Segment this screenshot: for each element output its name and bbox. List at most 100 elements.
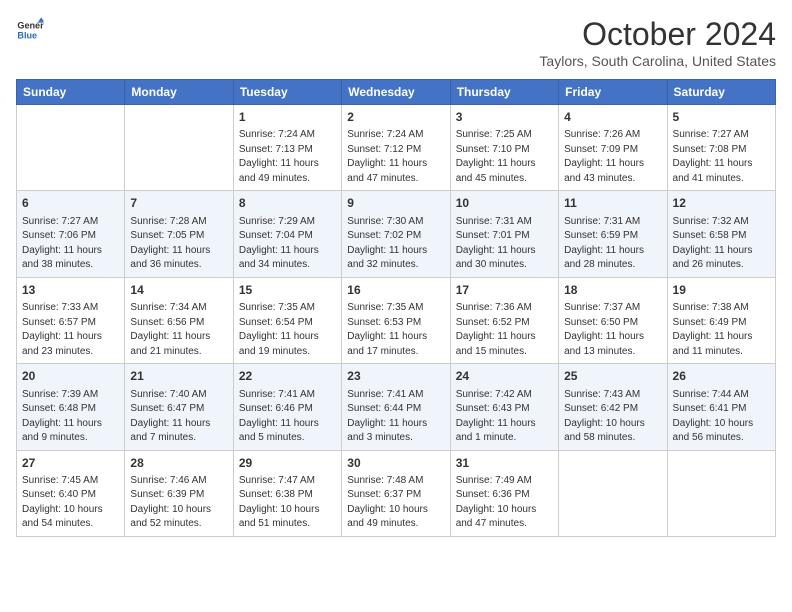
logo: General Blue [16, 16, 44, 44]
day-info: Sunrise: 7:39 AM Sunset: 6:48 PM Dayligh… [22, 388, 119, 446]
day-info: Sunrise: 7:24 AM Sunset: 7:12 PM Dayligh… [347, 128, 444, 186]
day-info: Sunrise: 7:48 AM Sunset: 6:37 PM Dayligh… [347, 474, 444, 532]
col-header-friday: Friday [559, 80, 667, 105]
day-info: Sunrise: 7:31 AM Sunset: 7:01 PM Dayligh… [456, 215, 553, 273]
day-info: Sunrise: 7:47 AM Sunset: 6:38 PM Dayligh… [239, 474, 336, 532]
day-info: Sunrise: 7:27 AM Sunset: 7:06 PM Dayligh… [22, 215, 119, 273]
calendar-cell: 17 Sunrise: 7:36 AM Sunset: 6:52 PM Dayli… [450, 277, 558, 363]
calendar-cell: 8 Sunrise: 7:29 AM Sunset: 7:04 PM Daylig… [233, 191, 341, 277]
calendar-cell: 21 Sunrise: 7:40 AM Sunset: 6:47 PM Dayli… [125, 364, 233, 450]
day-number: 7 [130, 195, 227, 212]
location-title: Taylors, South Carolina, United States [539, 53, 776, 69]
calendar-cell: 7 Sunrise: 7:28 AM Sunset: 7:05 PM Daylig… [125, 191, 233, 277]
calendar-cell: 30 Sunrise: 7:48 AM Sunset: 6:37 PM Dayli… [342, 450, 450, 536]
day-number: 5 [673, 109, 770, 126]
day-info: Sunrise: 7:43 AM Sunset: 6:42 PM Dayligh… [564, 388, 661, 446]
day-info: Sunrise: 7:44 AM Sunset: 6:41 PM Dayligh… [673, 388, 770, 446]
day-number: 6 [22, 195, 119, 212]
day-info: Sunrise: 7:38 AM Sunset: 6:49 PM Dayligh… [673, 301, 770, 359]
day-number: 8 [239, 195, 336, 212]
calendar-week-row: 1Sunrise: 7:24 AM Sunset: 7:13 PM Daylig… [17, 105, 776, 191]
calendar-cell: 13Sunrise: 7:33 AM Sunset: 6:57 PM Dayli… [17, 277, 125, 363]
calendar-cell: 26Sunrise: 7:44 AM Sunset: 6:41 PM Dayli… [667, 364, 775, 450]
calendar-cell: 9 Sunrise: 7:30 AM Sunset: 7:02 PM Daylig… [342, 191, 450, 277]
day-number: 28 [130, 455, 227, 472]
calendar-cell: 15 Sunrise: 7:35 AM Sunset: 6:54 PM Dayli… [233, 277, 341, 363]
calendar-cell: 1Sunrise: 7:24 AM Sunset: 7:13 PM Daylig… [233, 105, 341, 191]
day-number: 12 [673, 195, 770, 212]
svg-text:Blue: Blue [17, 30, 37, 40]
day-number: 20 [22, 368, 119, 385]
col-header-tuesday: Tuesday [233, 80, 341, 105]
day-info: Sunrise: 7:42 AM Sunset: 6:43 PM Dayligh… [456, 388, 553, 446]
calendar-cell: 4 Sunrise: 7:26 AM Sunset: 7:09 PM Daylig… [559, 105, 667, 191]
day-number: 15 [239, 282, 336, 299]
calendar-cell: 6 Sunrise: 7:27 AM Sunset: 7:06 PM Daylig… [17, 191, 125, 277]
day-info: Sunrise: 7:35 AM Sunset: 6:53 PM Dayligh… [347, 301, 444, 359]
day-number: 27 [22, 455, 119, 472]
calendar-cell: 20 Sunrise: 7:39 AM Sunset: 6:48 PM Dayli… [17, 364, 125, 450]
col-header-monday: Monday [125, 80, 233, 105]
calendar-cell: 11Sunrise: 7:31 AM Sunset: 6:59 PM Dayli… [559, 191, 667, 277]
col-header-sunday: Sunday [17, 80, 125, 105]
calendar-cell: 31 Sunrise: 7:49 AM Sunset: 6:36 PM Dayli… [450, 450, 558, 536]
day-number: 14 [130, 282, 227, 299]
day-number: 10 [456, 195, 553, 212]
calendar-cell: 5Sunrise: 7:27 AM Sunset: 7:08 PM Daylig… [667, 105, 775, 191]
calendar-cell: 29 Sunrise: 7:47 AM Sunset: 6:38 PM Dayli… [233, 450, 341, 536]
day-info: Sunrise: 7:37 AM Sunset: 6:50 PM Dayligh… [564, 301, 661, 359]
calendar-cell: 24 Sunrise: 7:42 AM Sunset: 6:43 PM Dayli… [450, 364, 558, 450]
calendar-cell: 14 Sunrise: 7:34 AM Sunset: 6:56 PM Dayli… [125, 277, 233, 363]
calendar-cell: 22Sunrise: 7:41 AM Sunset: 6:46 PM Dayli… [233, 364, 341, 450]
logo-icon: General Blue [16, 16, 44, 44]
day-info: Sunrise: 7:24 AM Sunset: 7:13 PM Dayligh… [239, 128, 336, 186]
day-info: Sunrise: 7:29 AM Sunset: 7:04 PM Dayligh… [239, 215, 336, 273]
title-block: October 2024 Taylors, South Carolina, Un… [539, 16, 776, 69]
day-number: 24 [456, 368, 553, 385]
calendar-cell: 2Sunrise: 7:24 AM Sunset: 7:12 PM Daylig… [342, 105, 450, 191]
day-info: Sunrise: 7:30 AM Sunset: 7:02 PM Dayligh… [347, 215, 444, 273]
day-info: Sunrise: 7:41 AM Sunset: 6:44 PM Dayligh… [347, 388, 444, 446]
day-number: 22 [239, 368, 336, 385]
day-number: 16 [347, 282, 444, 299]
day-number: 13 [22, 282, 119, 299]
calendar-table: SundayMondayTuesdayWednesdayThursdayFrid… [16, 79, 776, 537]
day-number: 21 [130, 368, 227, 385]
day-info: Sunrise: 7:26 AM Sunset: 7:09 PM Dayligh… [564, 128, 661, 186]
day-info: Sunrise: 7:31 AM Sunset: 6:59 PM Dayligh… [564, 215, 661, 273]
calendar-cell [17, 105, 125, 191]
calendar-cell: 10 Sunrise: 7:31 AM Sunset: 7:01 PM Dayli… [450, 191, 558, 277]
day-number: 4 [564, 109, 661, 126]
calendar-cell: 25Sunrise: 7:43 AM Sunset: 6:42 PM Dayli… [559, 364, 667, 450]
day-number: 30 [347, 455, 444, 472]
calendar-cell: 16 Sunrise: 7:35 AM Sunset: 6:53 PM Dayli… [342, 277, 450, 363]
day-info: Sunrise: 7:25 AM Sunset: 7:10 PM Dayligh… [456, 128, 553, 186]
day-number: 3 [456, 109, 553, 126]
col-header-thursday: Thursday [450, 80, 558, 105]
day-info: Sunrise: 7:35 AM Sunset: 6:54 PM Dayligh… [239, 301, 336, 359]
day-info: Sunrise: 7:28 AM Sunset: 7:05 PM Dayligh… [130, 215, 227, 273]
day-info: Sunrise: 7:34 AM Sunset: 6:56 PM Dayligh… [130, 301, 227, 359]
day-number: 9 [347, 195, 444, 212]
calendar-cell: 28 Sunrise: 7:46 AM Sunset: 6:39 PM Dayli… [125, 450, 233, 536]
calendar-cell: 23 Sunrise: 7:41 AM Sunset: 6:44 PM Dayli… [342, 364, 450, 450]
day-info: Sunrise: 7:49 AM Sunset: 6:36 PM Dayligh… [456, 474, 553, 532]
day-info: Sunrise: 7:40 AM Sunset: 6:47 PM Dayligh… [130, 388, 227, 446]
page-header: General Blue October 2024 Taylors, South… [16, 16, 776, 69]
calendar-cell: 12 Sunrise: 7:32 AM Sunset: 6:58 PM Dayli… [667, 191, 775, 277]
day-number: 29 [239, 455, 336, 472]
calendar-cell [125, 105, 233, 191]
day-number: 31 [456, 455, 553, 472]
day-number: 19 [673, 282, 770, 299]
calendar-week-row: 20 Sunrise: 7:39 AM Sunset: 6:48 PM Dayli… [17, 364, 776, 450]
calendar-cell [559, 450, 667, 536]
day-info: Sunrise: 7:32 AM Sunset: 6:58 PM Dayligh… [673, 215, 770, 273]
calendar-cell: 18Sunrise: 7:37 AM Sunset: 6:50 PM Dayli… [559, 277, 667, 363]
day-number: 17 [456, 282, 553, 299]
calendar-week-row: 27Sunrise: 7:45 AM Sunset: 6:40 PM Dayli… [17, 450, 776, 536]
day-number: 23 [347, 368, 444, 385]
calendar-cell: 3 Sunrise: 7:25 AM Sunset: 7:10 PM Daylig… [450, 105, 558, 191]
day-info: Sunrise: 7:46 AM Sunset: 6:39 PM Dayligh… [130, 474, 227, 532]
day-info: Sunrise: 7:36 AM Sunset: 6:52 PM Dayligh… [456, 301, 553, 359]
calendar-week-row: 13Sunrise: 7:33 AM Sunset: 6:57 PM Dayli… [17, 277, 776, 363]
